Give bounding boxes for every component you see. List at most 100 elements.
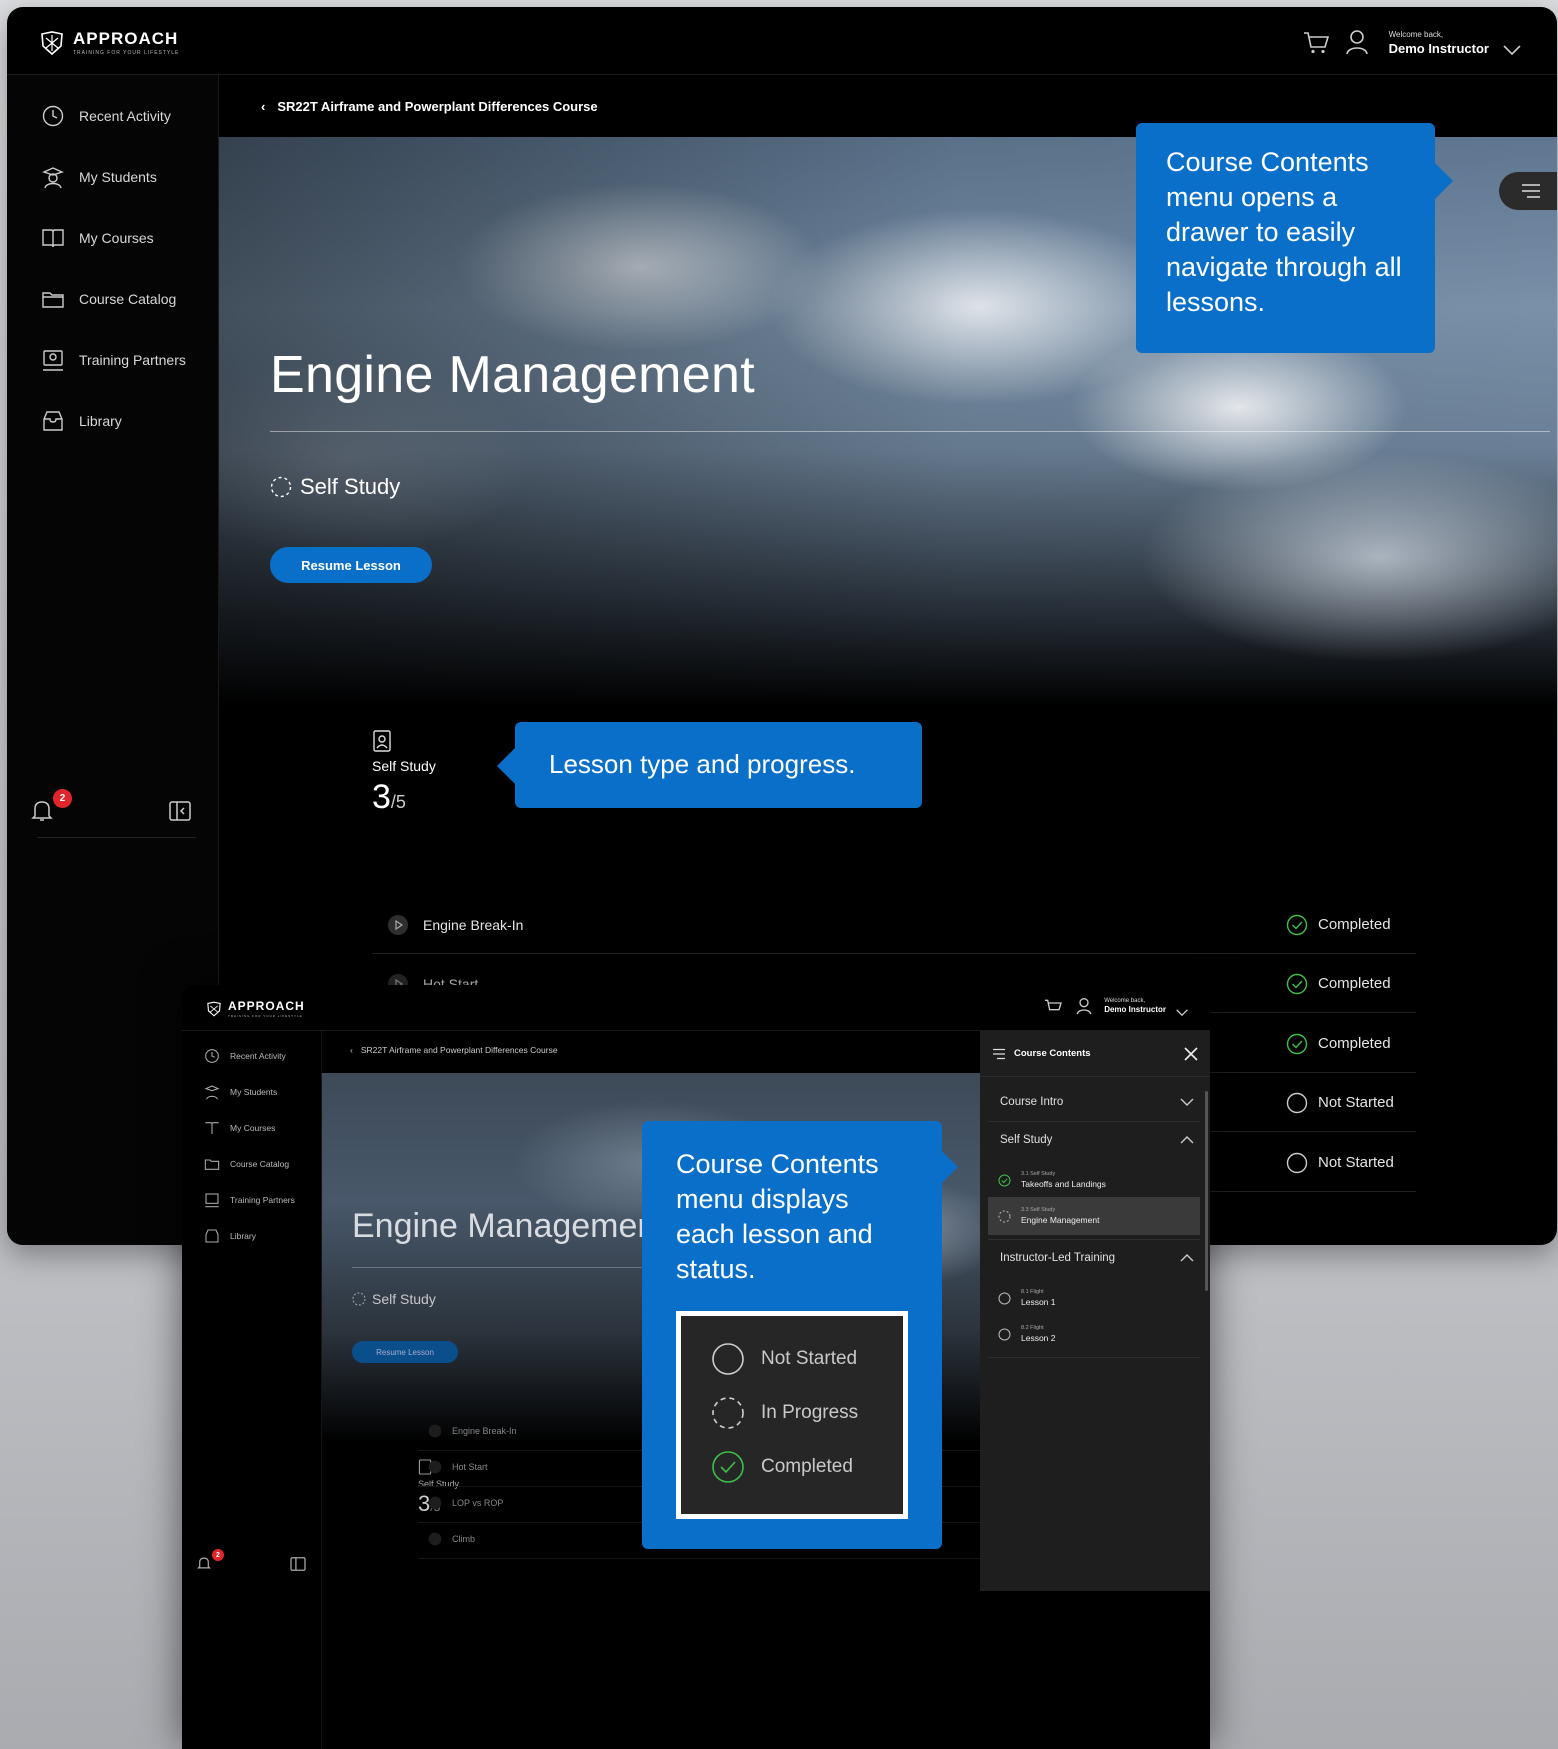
not-started-icon [712, 1343, 744, 1375]
bell-icon[interactable] [29, 797, 55, 823]
play-icon [428, 1532, 442, 1545]
section-instructor-led-training[interactable]: Instructor-Led Training [988, 1243, 1200, 1273]
chevron-left-icon: ‹ [261, 99, 266, 114]
user-menu[interactable]: Welcome back, Demo Instructor [1104, 998, 1166, 1014]
lesson-title: Takeoffs and Landings [1021, 1179, 1106, 1189]
user-icon[interactable] [1345, 29, 1369, 55]
sidebar-item-label: Library [230, 1231, 256, 1241]
lesson-status-label: Completed [1318, 1035, 1391, 1052]
user-menu[interactable]: Welcome back, Demo Instructor [1389, 30, 1489, 56]
lesson-type: Self Study [270, 474, 400, 500]
sidebar-item-my-students[interactable]: My Students [204, 1084, 277, 1100]
sidebar-item-course-catalog[interactable]: Course Catalog [41, 287, 176, 311]
chevron-down-icon[interactable] [1176, 1009, 1188, 1016]
collapse-sidebar-icon[interactable] [290, 1557, 306, 1571]
bell-icon[interactable] [196, 1555, 212, 1571]
drawer-scrollbar[interactable] [1205, 1091, 1208, 1291]
sidebar: Recent Activity My Students My Courses C… [182, 1031, 322, 1749]
section-divider [988, 1121, 1200, 1122]
lesson-status-label: Not Started [1318, 1094, 1394, 1111]
lesson-title: Engine Management [270, 346, 755, 404]
brand-logo[interactable]: APPROACH TRAINING FOR YOUR LIFESTYLE [39, 29, 179, 56]
in-progress-icon [352, 1292, 366, 1306]
not-started-icon [998, 1292, 1011, 1304]
lesson-name: Engine Break-In [452, 1425, 517, 1436]
callout-text: Course Contents menu displays each lesso… [676, 1149, 879, 1284]
drawer-lesson-item[interactable]: 8.1 Flight Lesson 1 [988, 1279, 1200, 1317]
sidebar-item-library[interactable]: Library [41, 409, 122, 433]
course-contents-drawer: Course Contents Course Intro Self Study … [980, 1031, 1210, 1591]
lesson-name: Climb [452, 1533, 476, 1544]
book-icon [42, 229, 64, 248]
brand-name: APPROACH [73, 29, 179, 48]
sidebar-divider [37, 837, 196, 838]
lesson-name: Engine Break-In [423, 916, 524, 933]
progress-current: 3 [372, 778, 391, 816]
sidebar-item-label: Recent Activity [230, 1051, 286, 1061]
archive-icon [43, 411, 63, 431]
not-started-icon [1286, 1092, 1308, 1113]
collapse-sidebar-icon[interactable] [169, 801, 191, 821]
archive-icon [205, 1229, 219, 1243]
sidebar-item-my-students[interactable]: My Students [41, 165, 157, 189]
sidebar-item-my-courses[interactable]: My Courses [41, 226, 154, 250]
cart-icon[interactable] [1044, 999, 1062, 1015]
brand-logo[interactable]: APPROACH TRAINING FOR YOUR LIFESTYLE [206, 999, 305, 1018]
chevron-down-icon [1180, 1098, 1194, 1106]
play-icon [428, 1496, 442, 1509]
sidebar-item-label: My Courses [230, 1123, 276, 1133]
lesson-row[interactable]: Engine Break-In Completed [372, 896, 1416, 954]
lesson-type-label: Self Study [300, 474, 401, 499]
sidebar-item-library[interactable]: Library [204, 1228, 256, 1244]
breadcrumb[interactable]: ‹ SR22T Airframe and Powerplant Differen… [350, 1045, 558, 1055]
cart-icon[interactable] [1303, 31, 1329, 55]
hero-divider [270, 431, 1550, 432]
sidebar-item-label: Library [79, 413, 122, 429]
welcome-text: Welcome back, [1388, 30, 1444, 39]
sidebar-item-training-partners[interactable]: Training Partners [204, 1192, 295, 1208]
lesson-name: Hot Start [452, 1461, 488, 1472]
section-label: Course Intro [1000, 1096, 1064, 1108]
breadcrumb-course: SR22T Airframe and Powerplant Difference… [360, 1045, 558, 1055]
callout-text: Lesson type and progress. [549, 749, 856, 779]
resume-lesson-button[interactable]: Resume Lesson [352, 1341, 458, 1363]
lesson-status-label: Completed [1318, 916, 1391, 933]
lesson-status-label: Not Started [1318, 1154, 1394, 1171]
brand-tagline: TRAINING FOR YOUR LIFESTYLE [73, 50, 180, 56]
sidebar-item-course-catalog[interactable]: Course Catalog [204, 1156, 289, 1172]
top-bar: APPROACH TRAINING FOR YOUR LIFESTYLE Wel… [182, 985, 1210, 1031]
section-self-study[interactable]: Self Study [988, 1125, 1200, 1155]
user-icon[interactable] [1076, 997, 1092, 1015]
section-course-intro[interactable]: Course Intro [988, 1087, 1200, 1117]
sidebar-item-my-courses[interactable]: My Courses [204, 1120, 275, 1136]
chevron-up-icon [1180, 1136, 1194, 1144]
welcome-text: Welcome back, [1104, 998, 1146, 1004]
play-icon [428, 1424, 442, 1437]
legend-label: Not Started [761, 1348, 858, 1369]
legend-label: Completed [761, 1456, 853, 1477]
lesson-title: Engine Management [352, 1207, 666, 1245]
top-bar: APPROACH TRAINING FOR YOUR LIFESTYLE Wel… [7, 7, 1557, 75]
lesson-type-label: Self Study [372, 1291, 436, 1307]
breadcrumb[interactable]: ‹ SR22T Airframe and Powerplant Differen… [261, 99, 598, 114]
sidebar-item-label: Training Partners [230, 1195, 295, 1205]
lesson-kicker: 8.2 Flight [1021, 1325, 1044, 1331]
in-progress-icon [712, 1397, 744, 1429]
resume-lesson-button[interactable]: Resume Lesson [270, 547, 432, 583]
sidebar-item-label: My Students [230, 1087, 278, 1097]
drawer-lesson-item[interactable]: 8.2 Flight Lesson 2 [988, 1315, 1200, 1353]
course-contents-toggle[interactable] [1499, 172, 1557, 210]
sidebar-item-recent-activity[interactable]: Recent Activity [204, 1048, 286, 1064]
sidebar-item-training-partners[interactable]: Training Partners [41, 348, 186, 372]
chevron-down-icon[interactable] [1503, 45, 1521, 55]
sidebar-item-recent-activity[interactable]: Recent Activity [41, 104, 171, 128]
drawer-lesson-item[interactable]: 3.1 Self Study Takeoffs and Landings [988, 1161, 1200, 1199]
partner-icon [43, 350, 63, 371]
callout-text: Course Contents menu opens a drawer to e… [1166, 147, 1402, 317]
pilot-icon [204, 1085, 220, 1100]
legend-label: In Progress [761, 1402, 859, 1423]
close-icon[interactable] [1184, 1047, 1198, 1061]
lesson-type: Self Study [352, 1291, 436, 1307]
drawer-lesson-item-active[interactable]: 3.3 Self Study Engine Management [988, 1197, 1200, 1235]
lesson-title: Engine Management [1021, 1215, 1100, 1225]
